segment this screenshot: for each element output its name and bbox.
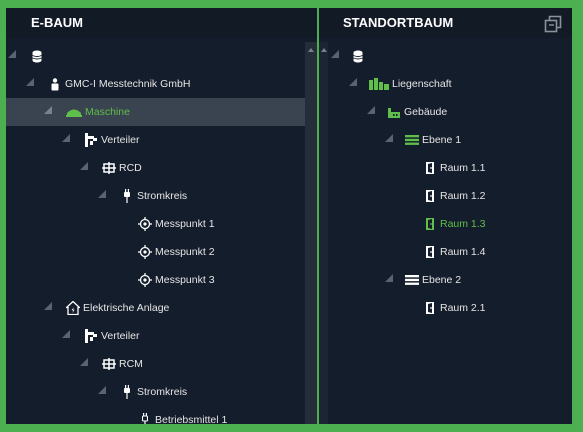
left-tree-row[interactable]: Betriebsmittel 1 — [6, 406, 317, 424]
left-tree-row[interactable]: Elektrische Anlage — [6, 294, 317, 322]
distributor-icon — [84, 133, 98, 147]
left-tree-row[interactable]: Verteiler — [6, 126, 317, 154]
measuring-point-icon — [138, 245, 152, 259]
expand-collapse-arrow-icon[interactable] — [80, 162, 88, 170]
left-tree-row[interactable]: Stromkreis — [6, 378, 317, 406]
database-icon — [351, 49, 365, 63]
right-tree-row[interactable]: Liegenschaft — [319, 70, 572, 98]
left-tree-row[interactable]: RCD — [6, 154, 317, 182]
left-tree-row[interactable]: Messpunkt 1 — [6, 210, 317, 238]
room-icon — [423, 301, 437, 315]
right-tree-row[interactable]: Raum 2.1 — [319, 294, 572, 322]
left-tree-row[interactable]: Verteiler — [6, 322, 317, 350]
right-tree-row-label: Ebene 1 — [422, 134, 462, 146]
building-icon — [387, 105, 401, 119]
right-tree-row[interactable]: Raum 1.2 — [319, 182, 572, 210]
scroll-up-arrow-icon[interactable] — [308, 48, 314, 52]
right-tree-row[interactable]: Raum 1.3 — [319, 210, 572, 238]
left-tree-row[interactable]: Messpunkt 3 — [6, 266, 317, 294]
expand-collapse-arrow-icon[interactable] — [44, 302, 52, 310]
right-tree-row-label: Raum 1.1 — [440, 162, 486, 174]
expand-collapse-arrow-icon[interactable] — [367, 106, 375, 114]
right-tree-row-label: Raum 1.3 — [440, 218, 486, 230]
expand-collapse-arrow-icon[interactable] — [331, 50, 339, 58]
left-tree-row-label: Betriebsmittel 1 — [155, 414, 228, 424]
left-tree-row[interactable]: GMC-I Messtechnik GmbH — [6, 70, 317, 98]
left-tree-row-label: Elektrische Anlage — [83, 302, 170, 314]
right-tree-row-label: Raum 2.1 — [440, 302, 486, 314]
right-tree-row-label: Raum 1.4 — [440, 246, 486, 258]
rcd-icon — [102, 161, 116, 175]
left-tree-row-label: Maschine — [85, 106, 130, 118]
floor-icon — [405, 133, 419, 147]
expand-collapse-arrow-icon[interactable] — [62, 134, 70, 142]
machine-icon — [66, 105, 82, 119]
right-tree-row[interactable]: Ebene 1 — [319, 126, 572, 154]
right-tree-row-label: Raum 1.2 — [440, 190, 486, 202]
circuit-icon — [120, 189, 134, 203]
standortbaum-title: STANDORTBAUM — [319, 8, 572, 38]
left-tree-row[interactable]: Stromkreis — [6, 182, 317, 210]
left-tree-row-label: Messpunkt 3 — [155, 274, 215, 286]
e-baum-tree: GMC-I Messtechnik GmbH Maschine Verteiler R… — [6, 42, 317, 424]
electrical-system-icon — [66, 301, 80, 315]
standortbaum-panel: STANDORTBAUM Liegenschaft Gebäude Ebene 1 R… — [319, 8, 572, 424]
expand-collapse-arrow-icon[interactable] — [26, 78, 34, 86]
e-baum-scrollbar[interactable] — [305, 42, 317, 424]
left-tree-row-label: Verteiler — [101, 330, 140, 342]
equipment-icon — [138, 413, 152, 424]
expand-collapse-arrow-icon[interactable] — [98, 190, 106, 198]
room-icon — [423, 245, 437, 259]
room-icon — [423, 189, 437, 203]
database-icon — [30, 49, 44, 63]
right-tree-row[interactable]: Raum 1.1 — [319, 154, 572, 182]
right-tree-row-label: Liegenschaft — [392, 78, 452, 90]
expand-collapse-arrow-icon[interactable] — [349, 78, 357, 86]
rcm-icon — [102, 357, 116, 371]
left-tree-row-label: GMC-I Messtechnik GmbH — [65, 78, 191, 90]
standortbaum-tree: Liegenschaft Gebäude Ebene 1 Raum 1.1 Raum 1… — [319, 42, 572, 424]
expand-collapse-arrow-icon[interactable] — [98, 386, 106, 394]
distributor-icon — [84, 329, 98, 343]
measuring-point-icon — [138, 217, 152, 231]
right-tree-row[interactable]: Ebene 2 — [319, 266, 572, 294]
e-baum-title: E-BAUM — [6, 8, 317, 38]
left-tree-row-label: Stromkreis — [137, 190, 188, 202]
left-tree-row[interactable]: RCM — [6, 350, 317, 378]
e-baum-panel: E-BAUM GMC-I Messtechnik GmbH Maschine Ver… — [6, 8, 317, 424]
expand-collapse-arrow-icon[interactable] — [44, 106, 52, 114]
right-tree-row-label: Ebene 2 — [422, 274, 462, 286]
expand-collapse-arrow-icon[interactable] — [62, 330, 70, 338]
expand-collapse-arrow-icon[interactable] — [385, 274, 393, 282]
right-tree-row[interactable] — [319, 42, 572, 70]
circuit-icon — [120, 385, 134, 399]
right-tree-row-label: Gebäude — [404, 106, 448, 118]
left-tree-row-label: RCM — [119, 358, 143, 370]
left-tree-row[interactable]: Maschine — [6, 98, 317, 126]
left-tree-row-label: Verteiler — [101, 134, 140, 146]
measuring-point-icon — [138, 273, 152, 287]
floor-icon — [405, 273, 419, 287]
room-icon — [423, 217, 437, 231]
left-tree-row-label: Messpunkt 1 — [155, 218, 215, 230]
left-tree-row[interactable]: Messpunkt 2 — [6, 238, 317, 266]
right-tree-row[interactable]: Gebäude — [319, 98, 572, 126]
left-tree-row-label: Stromkreis — [137, 386, 188, 398]
left-tree-row-label: RCD — [119, 162, 142, 174]
property-icon — [369, 77, 389, 91]
expand-collapse-arrow-icon[interactable] — [385, 134, 393, 142]
left-tree-row-label: Messpunkt 2 — [155, 246, 215, 258]
restore-window-icon[interactable] — [544, 15, 562, 33]
company-icon — [48, 77, 62, 91]
left-tree-row[interactable] — [6, 42, 317, 70]
expand-collapse-arrow-icon[interactable] — [8, 50, 16, 58]
right-tree-row[interactable]: Raum 1.4 — [319, 238, 572, 266]
expand-collapse-arrow-icon[interactable] — [80, 358, 88, 366]
room-icon — [423, 161, 437, 175]
